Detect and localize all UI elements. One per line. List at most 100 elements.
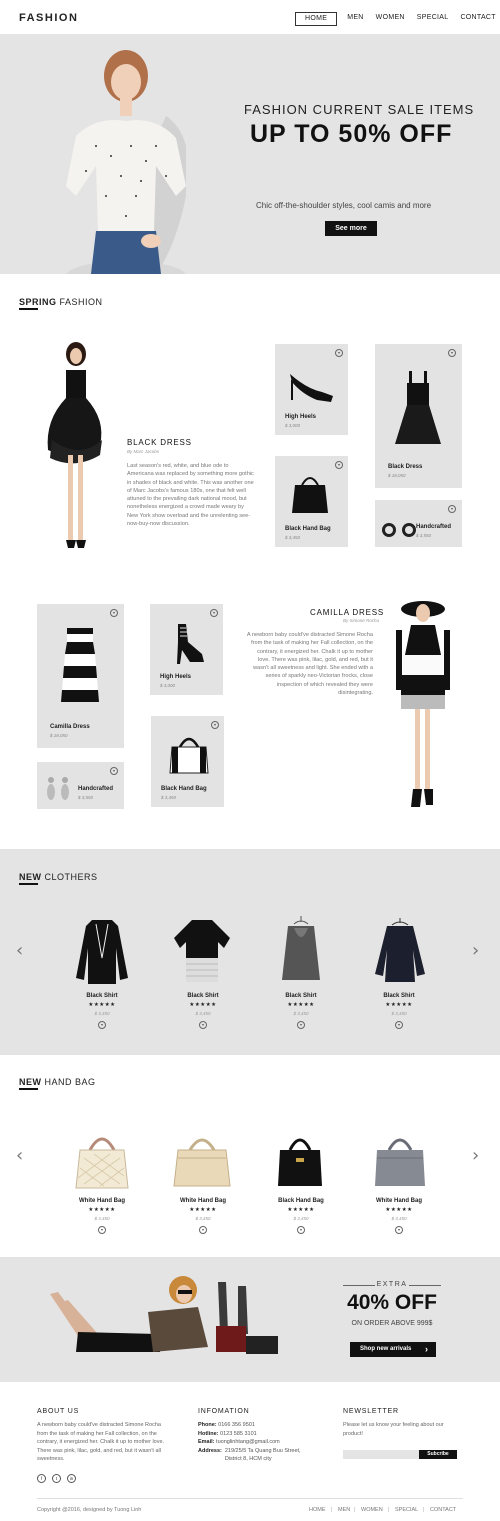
nav-special[interactable]: SPECIAL <box>411 12 455 26</box>
black-dress-image <box>395 371 441 444</box>
carousel-prev-arrow[interactable]: ‹ <box>16 942 23 960</box>
feature-title: BLACK DRESS <box>127 438 192 447</box>
see-more-button[interactable]: See more <box>325 221 377 236</box>
site-logo[interactable]: FASHION <box>19 12 78 24</box>
card-name: Black Hand Bag <box>161 786 207 792</box>
phone-label: Phone: <box>198 1422 217 1428</box>
product-card[interactable]: ▾ Handcrafted $ 3,550 <box>375 500 462 547</box>
product-rating: ★★★★★ <box>88 1002 116 1008</box>
copyright-text: Copyright @2016, designed by Tuong Linh <box>37 1507 142 1513</box>
newsletter-heading: NEWSLETTER <box>343 1408 399 1415</box>
add-icon[interactable]: ▾ <box>199 1226 207 1234</box>
carousel-prev-arrow[interactable]: ‹ <box>16 1147 23 1165</box>
spring-title-bold: SPRING <box>19 297 57 307</box>
add-icon[interactable]: ▾ <box>395 1226 403 1234</box>
newsletter-email-input[interactable] <box>343 1450 419 1459</box>
add-icon[interactable]: ▾ <box>297 1226 305 1234</box>
feature-author: By Marc Jacobs <box>127 449 160 454</box>
shop-new-arrivals-button[interactable]: Shop new arrivals › <box>350 1342 436 1357</box>
add-icon[interactable]: ▾ <box>395 1021 403 1029</box>
nav-home[interactable]: HOME <box>295 12 338 26</box>
card-name: Black Hand Bag <box>285 526 331 532</box>
black-hand-bag-image <box>169 737 209 774</box>
hotline-label: Hotline: <box>198 1430 219 1437</box>
product-card[interactable]: ▾ Black Hand Bag $ 3,450 <box>151 716 224 807</box>
button-label: Shop new arrivals <box>360 1346 412 1352</box>
facebook-icon[interactable]: f <box>37 1474 46 1483</box>
footer-nav-home[interactable]: HOME <box>309 1507 326 1513</box>
footer-nav-men[interactable]: MEN <box>338 1507 350 1513</box>
linkedin-icon[interactable]: in <box>67 1474 76 1483</box>
subscribe-button[interactable]: Subcribe <box>419 1450 457 1459</box>
nav-contact[interactable]: CONTACT <box>454 12 500 26</box>
add-icon[interactable]: ▾ <box>297 1021 305 1029</box>
section-underline <box>19 308 38 310</box>
clothers-section-title: NEW CLOTHERS <box>19 872 98 882</box>
product-rating: ★★★★★ <box>88 1207 116 1213</box>
footer-divider <box>37 1498 463 1499</box>
camilla-dress-model-image <box>396 601 450 807</box>
feature-author: By Simone Rocha <box>343 618 380 623</box>
email-label: Email: <box>198 1439 215 1446</box>
add-icon[interactable]: ▾ <box>98 1021 106 1029</box>
email-link[interactable]: tuonglinhtang@gmail.com <box>216 1439 280 1445</box>
card-name: Camilla Dress <box>50 724 90 730</box>
hotline-value: 0123 585 3101 <box>220 1430 257 1437</box>
product-card[interactable]: ▾ High Heels $ 3,000 <box>275 344 348 435</box>
carousel-next-arrow[interactable]: › <box>472 942 479 960</box>
product-rating: ★★★★★ <box>385 1207 413 1213</box>
hero-description: Chic off-the-shoulder styles, cool camis… <box>256 201 432 210</box>
card-name: High Heels <box>285 414 317 420</box>
add-icon[interactable]: ▾ <box>110 609 118 617</box>
product-card[interactable]: ▾ High Heels $ 3,000 <box>150 604 223 695</box>
handbag-title-rest: HAND BAG <box>41 1077 96 1087</box>
hero-model-image <box>66 50 186 274</box>
camilla-dress-image <box>61 628 99 702</box>
address-value: 219/25/5 Ta Quang Buu Street, District 8… <box>224 1447 301 1463</box>
carousel-next-arrow[interactable]: › <box>472 1147 479 1165</box>
feature-text: Last season's red, white, and blue ode t… <box>127 463 254 528</box>
product-card[interactable]: ▾ Handcrafted $ 3,550 <box>37 762 124 809</box>
product-rating: ★★★★★ <box>189 1207 217 1213</box>
add-icon[interactable]: ▾ <box>335 349 343 357</box>
footer-nav-contact[interactable]: CONTACT <box>430 1507 456 1513</box>
product-card[interactable]: ▾ Black Dress $ 18,050 <box>375 344 462 488</box>
separator: | <box>423 1507 425 1513</box>
product-rating: ★★★★★ <box>385 1002 413 1008</box>
nav-men[interactable]: MEN <box>341 12 369 26</box>
handbag-section-title: NEW HAND BAG <box>19 1077 96 1087</box>
add-icon[interactable]: ▾ <box>335 461 343 469</box>
product-price: $ 3,450 <box>293 1216 309 1221</box>
promo-headline: 40% OFF <box>347 1291 437 1314</box>
product-name: Black Hand Bag <box>278 1198 324 1204</box>
card-name: Handcrafted <box>78 786 114 792</box>
nav-women[interactable]: WOMEN <box>370 12 411 26</box>
add-icon[interactable]: ▾ <box>448 505 456 513</box>
card-price: $ 18,050 <box>50 733 68 738</box>
product-card[interactable]: ▾ Black Hand Bag $ 3,450 <box>275 456 348 547</box>
phone-value: 0166 356 9501 <box>218 1422 255 1428</box>
white-hand-bag-image <box>75 1137 129 1189</box>
card-price: $ 3,550 <box>78 795 94 800</box>
black-hand-bag-image <box>292 477 328 513</box>
add-icon[interactable]: ▾ <box>448 349 456 357</box>
add-icon[interactable]: ▾ <box>98 1226 106 1234</box>
product-name: White Hand Bag <box>180 1198 226 1204</box>
hero-subtitle: FASHION CURRENT SALE ITEMS <box>244 102 475 117</box>
twitter-icon[interactable]: t <box>52 1474 61 1483</box>
product-price: $ 3,450 <box>94 1011 110 1016</box>
separator: | <box>388 1507 390 1513</box>
add-icon[interactable]: ▾ <box>211 721 219 729</box>
about-heading: ABOUT US <box>37 1408 80 1415</box>
address-label: Address: <box>198 1447 222 1454</box>
hero-title: UP TO 50% OFF <box>250 120 453 148</box>
handcrafted-earrings-image <box>382 523 416 537</box>
add-icon[interactable]: ▾ <box>210 609 218 617</box>
footer-nav-special[interactable]: SPECIAL <box>395 1507 418 1513</box>
promo-subtext: ON ORDER ABOVE 999$ <box>351 1320 433 1327</box>
product-card[interactable]: ▾ Camilla Dress $ 18,050 <box>37 604 124 748</box>
add-icon[interactable]: ▾ <box>199 1021 207 1029</box>
add-icon[interactable]: ▾ <box>110 767 118 775</box>
newsletter-text: Please let us know your feeling about ou… <box>343 1422 444 1437</box>
footer-nav-women[interactable]: WOMEN <box>361 1507 383 1513</box>
